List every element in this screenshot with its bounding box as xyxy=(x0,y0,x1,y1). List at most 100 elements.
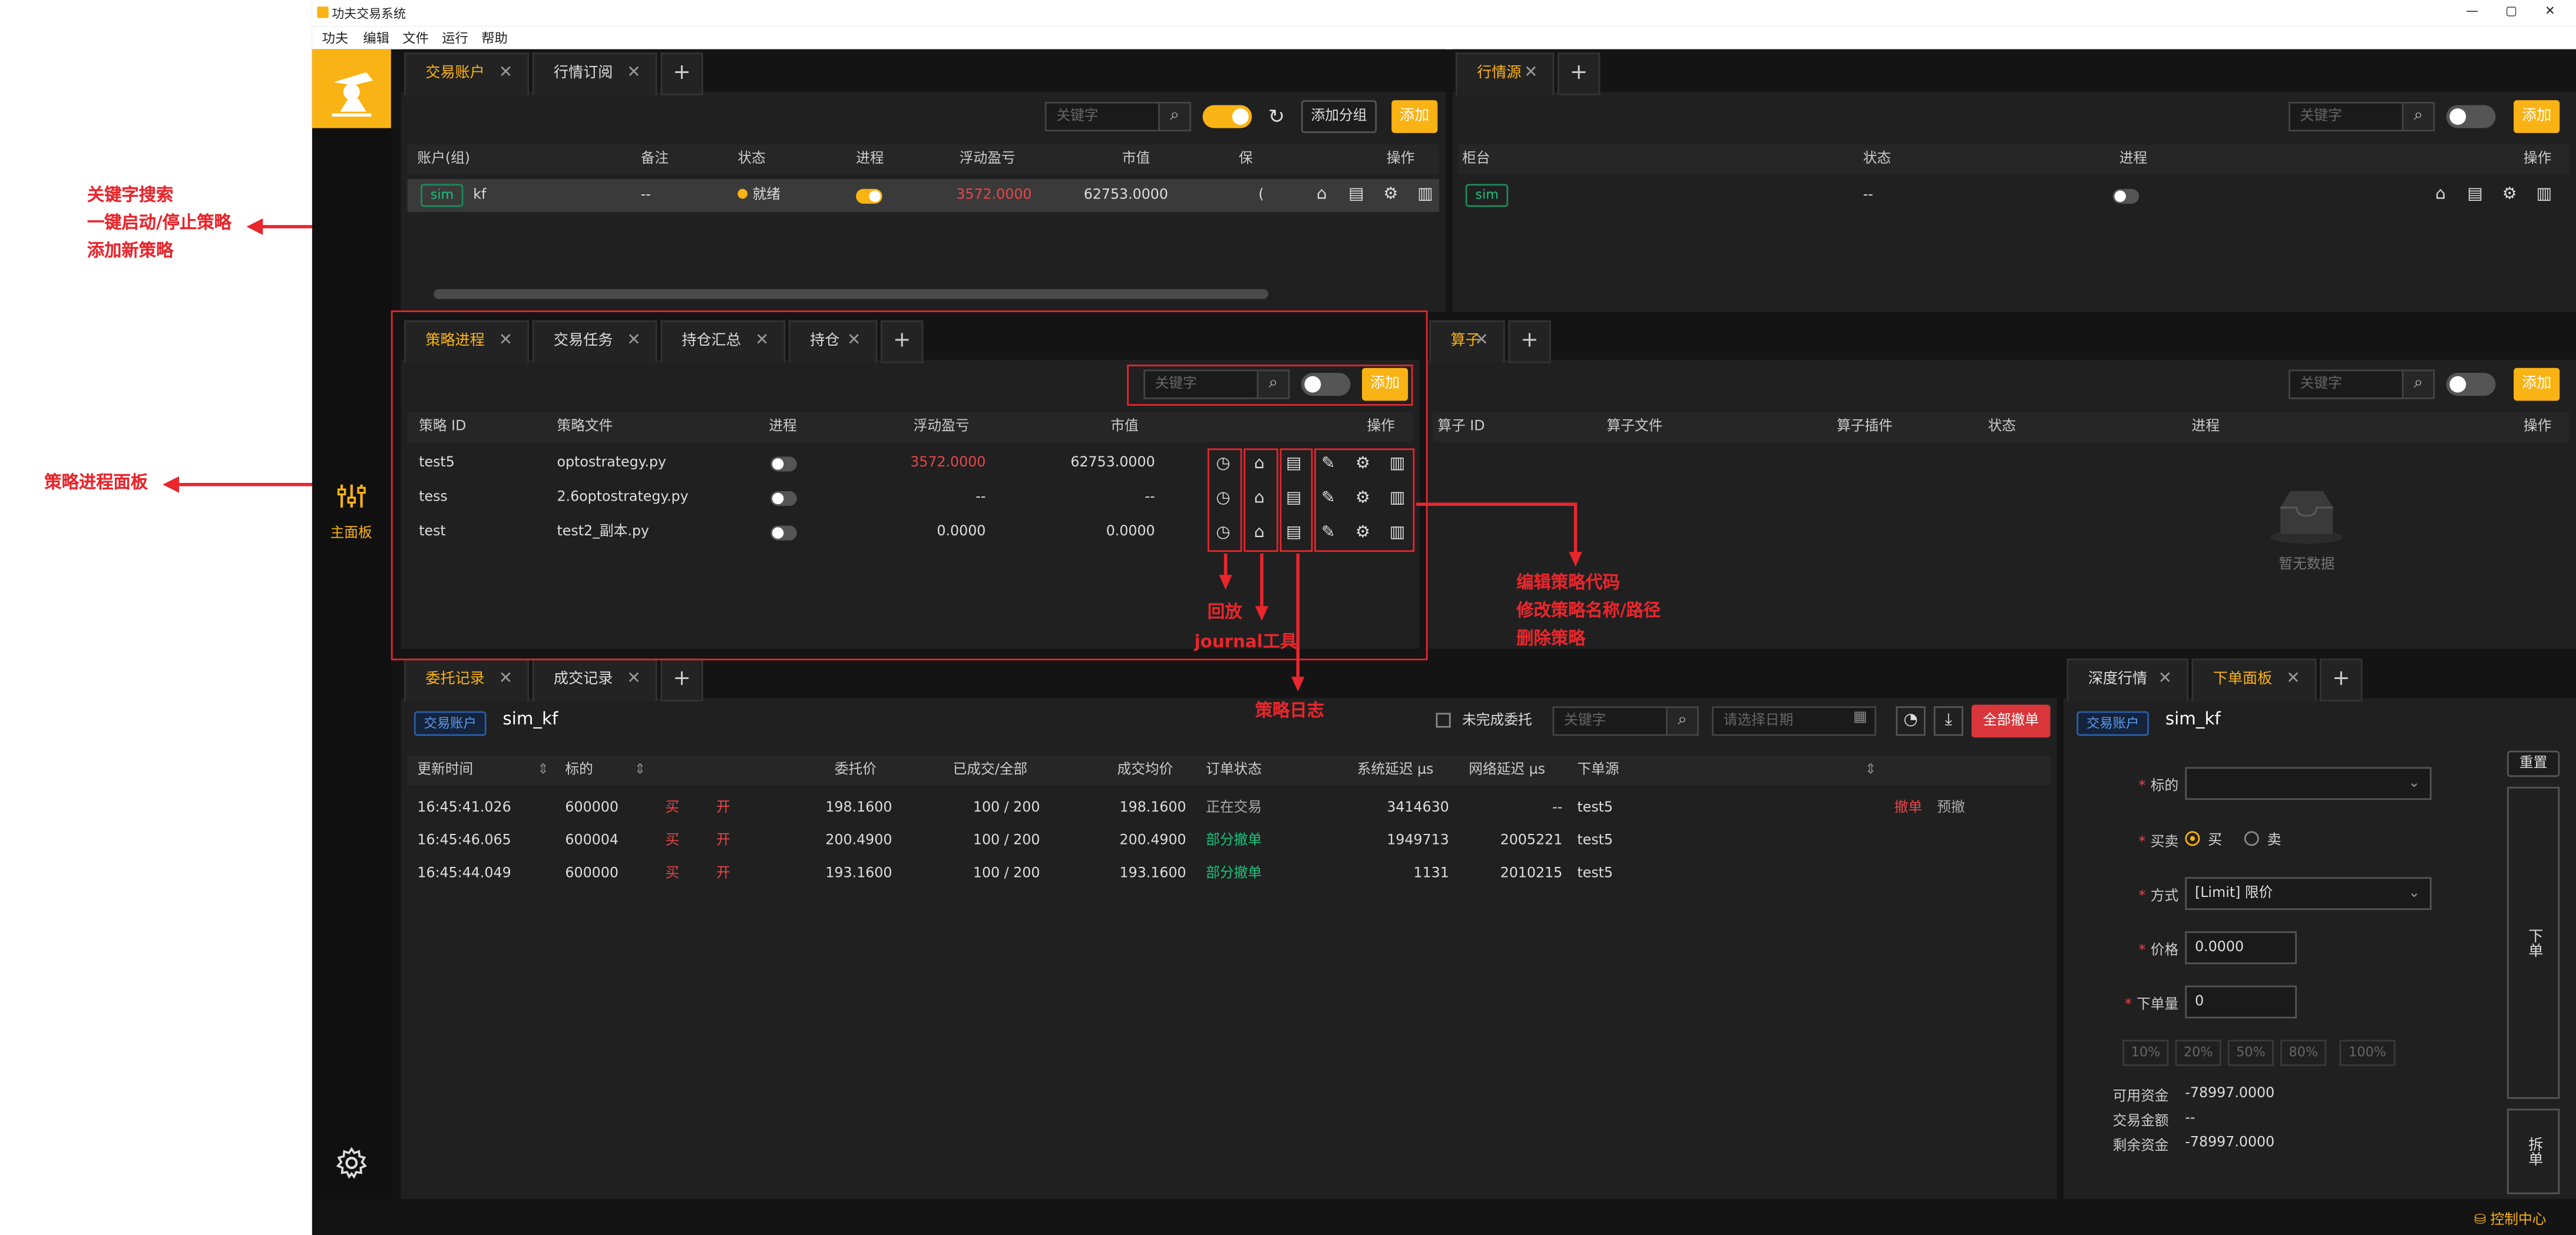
table-row[interactable]: 16:45:46.065 600004 买 开 200.4900 100 / 2… xyxy=(408,825,2051,857)
gear-icon[interactable]: ⚙ xyxy=(2501,186,2519,204)
table-row[interactable]: 16:45:41.026 600000 买 开 198.1600 100 / 2… xyxy=(408,792,2051,825)
sort-icon[interactable]: ⇕ xyxy=(537,756,549,785)
trash-icon[interactable]: ▥ xyxy=(2535,186,2553,204)
md-tag: sim xyxy=(1465,184,1509,207)
table-row[interactable]: 16:45:44.049 600000 买 开 193.1600 100 / 2… xyxy=(408,857,2051,890)
col-margin: 保 xyxy=(1238,151,1253,168)
document-icon[interactable]: ▤ xyxy=(1347,186,1365,204)
add-md-button[interactable]: 添加 xyxy=(2514,100,2560,133)
menu-file[interactable]: 文件 xyxy=(402,29,429,48)
orders-search-input[interactable]: 关键字 xyxy=(1552,706,1668,736)
menu-kungfu[interactable]: 功夫 xyxy=(322,29,349,48)
qty-label: * 下单量 xyxy=(2124,996,2179,1014)
annotation-strategy-log: 策略日志 xyxy=(1255,701,1324,721)
download-icon[interactable]: ⤓ xyxy=(1933,706,1963,736)
menu-run[interactable]: 运行 xyxy=(442,29,468,48)
bank-icon[interactable]: ⌂ xyxy=(2432,186,2450,204)
order-system-latency: 1131 xyxy=(1413,865,1449,882)
calendar-icon[interactable]: ▦ xyxy=(1853,710,1867,726)
close-tab-icon[interactable]: ✕ xyxy=(627,54,640,94)
cancel-all-button[interactable]: 全部撤单 xyxy=(1971,704,2051,738)
buy-radio[interactable] xyxy=(2185,831,2200,846)
close-tab-icon[interactable]: ✕ xyxy=(1524,54,1537,94)
tab-md-subscriptions[interactable]: 行情订阅 ✕ xyxy=(532,52,657,95)
add-tab-button[interactable]: + xyxy=(1508,320,1551,363)
percent-80-button[interactable]: 80% xyxy=(2280,1039,2327,1067)
gear-icon[interactable]: ⚙ xyxy=(1382,186,1400,204)
accounts-search-input[interactable]: 关键字 xyxy=(1044,101,1160,132)
sort-icon[interactable]: ⇕ xyxy=(1865,756,1877,785)
add-tab-button[interactable]: + xyxy=(660,52,703,95)
md-toggle-all[interactable] xyxy=(2446,105,2496,128)
col-algo-plugin: 算子插件 xyxy=(1837,419,1893,436)
algo-search-input[interactable]: 关键字 xyxy=(2289,369,2404,399)
maximize-button[interactable]: ▢ xyxy=(2505,4,2517,18)
date-picker-input[interactable]: 请选择日期 xyxy=(1712,706,1877,736)
place-order-button[interactable]: 下单 xyxy=(2507,786,2560,1099)
qty-input[interactable]: 0 xyxy=(2185,985,2297,1019)
table-row[interactable]: sim -- ⌂ ▤ ⚙ ▥ xyxy=(1459,179,2570,212)
annotation-add-strategy: 添加新策略 xyxy=(87,241,174,261)
add-tab-button[interactable]: + xyxy=(2320,658,2363,701)
tab-trading-accounts[interactable]: 交易账户 ✕ xyxy=(404,52,530,95)
tab-order-records[interactable]: 委托记录 ✕ xyxy=(404,658,530,701)
table-row[interactable]: sim kf -- 就绪 3572.0000 62753.0000 ( ⌂ ▤ … xyxy=(407,179,1440,212)
close-tab-icon[interactable]: ✕ xyxy=(627,660,640,700)
tab-depth-quotes[interactable]: 深度行情 ✕ xyxy=(2066,658,2188,701)
close-tab-icon[interactable]: ✕ xyxy=(499,54,512,94)
search-icon[interactable]: ⌕ xyxy=(2402,101,2435,132)
sidebar-item-main-panel[interactable]: 主面板 xyxy=(312,483,391,552)
add-group-button[interactable]: 添加分组 xyxy=(1301,100,1377,133)
md-process-switch[interactable] xyxy=(2112,188,2139,204)
order-time: 16:45:41.026 xyxy=(417,800,511,817)
tab-md-source[interactable]: 行情源 ✕ xyxy=(1456,52,1555,95)
percent-20-button[interactable]: 20% xyxy=(2175,1039,2221,1067)
close-tab-icon[interactable]: ✕ xyxy=(2158,660,2172,700)
pre-cancel-link[interactable]: 预撤 xyxy=(1937,792,1965,825)
document-icon[interactable]: ▤ xyxy=(2466,186,2484,204)
menu-edit[interactable]: 编辑 xyxy=(363,29,389,48)
add-tab-button[interactable]: + xyxy=(1557,52,1601,95)
accounts-toggle-all[interactable] xyxy=(1202,105,1252,128)
col-account: 账户(组) xyxy=(417,151,471,168)
percent-100-button[interactable]: 100% xyxy=(2339,1039,2396,1067)
account-process-switch[interactable] xyxy=(856,188,882,204)
horizontal-scrollbar[interactable] xyxy=(434,289,1269,299)
add-tab-button[interactable]: + xyxy=(660,658,703,701)
md-search-input[interactable]: 关键字 xyxy=(2289,101,2404,132)
price-input[interactable]: 0.0000 xyxy=(2185,931,2297,965)
search-icon[interactable]: ⌕ xyxy=(1158,101,1192,132)
reset-button[interactable]: 重置 xyxy=(2507,750,2560,777)
control-center-link[interactable]: ⛁ 控制中心 xyxy=(2474,1209,2546,1229)
menu-help[interactable]: 帮助 xyxy=(481,29,508,48)
cancel-order-link[interactable]: 撤单 xyxy=(1894,792,1922,825)
tab-algo[interactable]: 算子 ✕ xyxy=(1429,320,1505,363)
algo-toggle-all[interactable] xyxy=(2446,373,2496,396)
close-window-button[interactable]: ✕ xyxy=(2545,4,2555,18)
settings-gear-icon[interactable] xyxy=(335,1147,368,1180)
trash-icon[interactable]: ▥ xyxy=(1416,186,1434,204)
sort-icon[interactable]: ⇕ xyxy=(634,756,646,785)
search-icon[interactable]: ⌕ xyxy=(1666,706,1699,736)
add-algo-button[interactable]: 添加 xyxy=(2514,367,2560,401)
close-tab-icon[interactable]: ✕ xyxy=(1474,322,1488,362)
unfinished-checkbox[interactable] xyxy=(1436,713,1451,728)
close-tab-icon[interactable]: ✕ xyxy=(499,660,512,700)
pie-chart-icon[interactable]: ◔ xyxy=(1896,706,1926,736)
method-select[interactable]: [Limit] 限价 ⌄ xyxy=(2185,877,2432,910)
split-order-button[interactable]: 拆单 xyxy=(2507,1108,2560,1194)
percent-50-button[interactable]: 50% xyxy=(2227,1039,2274,1067)
symbol-select[interactable]: ⌄ xyxy=(2185,767,2432,800)
order-price: 200.4900 xyxy=(825,833,892,849)
percent-10-button[interactable]: 10% xyxy=(2122,1039,2169,1067)
close-tab-icon[interactable]: ✕ xyxy=(2286,660,2300,700)
minimize-button[interactable]: — xyxy=(2466,4,2478,18)
bank-icon[interactable]: ⌂ xyxy=(1312,186,1331,204)
sell-radio[interactable] xyxy=(2244,831,2259,846)
tab-order-panel[interactable]: 下单面板 ✕ xyxy=(2191,658,2317,701)
refresh-icon[interactable]: ↻ xyxy=(1264,104,1290,130)
add-account-button[interactable]: 添加 xyxy=(1391,100,1438,133)
search-icon[interactable]: ⌕ xyxy=(2402,369,2435,399)
col-update-time: 更新时间 xyxy=(417,762,474,779)
tab-trade-records[interactable]: 成交记录 ✕ xyxy=(532,658,657,701)
